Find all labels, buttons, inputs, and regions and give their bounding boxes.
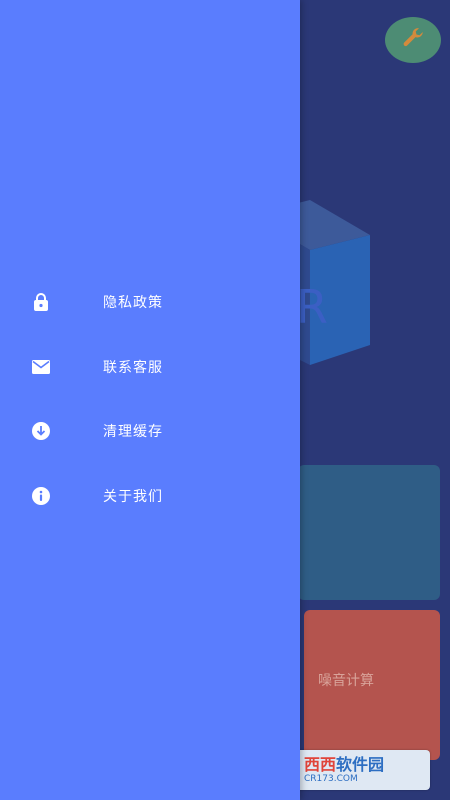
download-circle-icon xyxy=(31,421,51,441)
menu-item-label: 联系客服 xyxy=(103,359,163,376)
navigation-drawer: 隐私政策 联系客服 清理缓存 关于我们 xyxy=(0,0,300,800)
menu-item-about-us[interactable]: 关于我们 xyxy=(0,464,300,529)
watermark-site: CR173.COM xyxy=(304,773,358,784)
watermark-brand: 西西软件园 xyxy=(304,754,385,774)
info-icon xyxy=(31,486,51,506)
menu-item-privacy-policy[interactable]: 隐私政策 xyxy=(0,270,300,335)
menu-item-label: 清理缓存 xyxy=(103,424,163,441)
mail-icon xyxy=(31,357,51,377)
menu-item-label: 关于我们 xyxy=(103,488,163,505)
wrench-icon xyxy=(400,25,426,55)
noise-calc-label: 噪音计算 xyxy=(318,673,374,689)
settings-button[interactable] xyxy=(385,17,441,63)
menu-item-clear-cache[interactable]: 清理缓存 xyxy=(0,399,300,464)
feature-card[interactable] xyxy=(298,465,440,600)
menu-item-contact-support[interactable]: 联系客服 xyxy=(0,335,300,400)
lock-icon xyxy=(31,292,51,312)
drawer-menu: 隐私政策 联系客服 清理缓存 关于我们 xyxy=(0,270,300,528)
cube-letter: R xyxy=(296,280,328,334)
menu-item-label: 隐私政策 xyxy=(103,295,163,312)
